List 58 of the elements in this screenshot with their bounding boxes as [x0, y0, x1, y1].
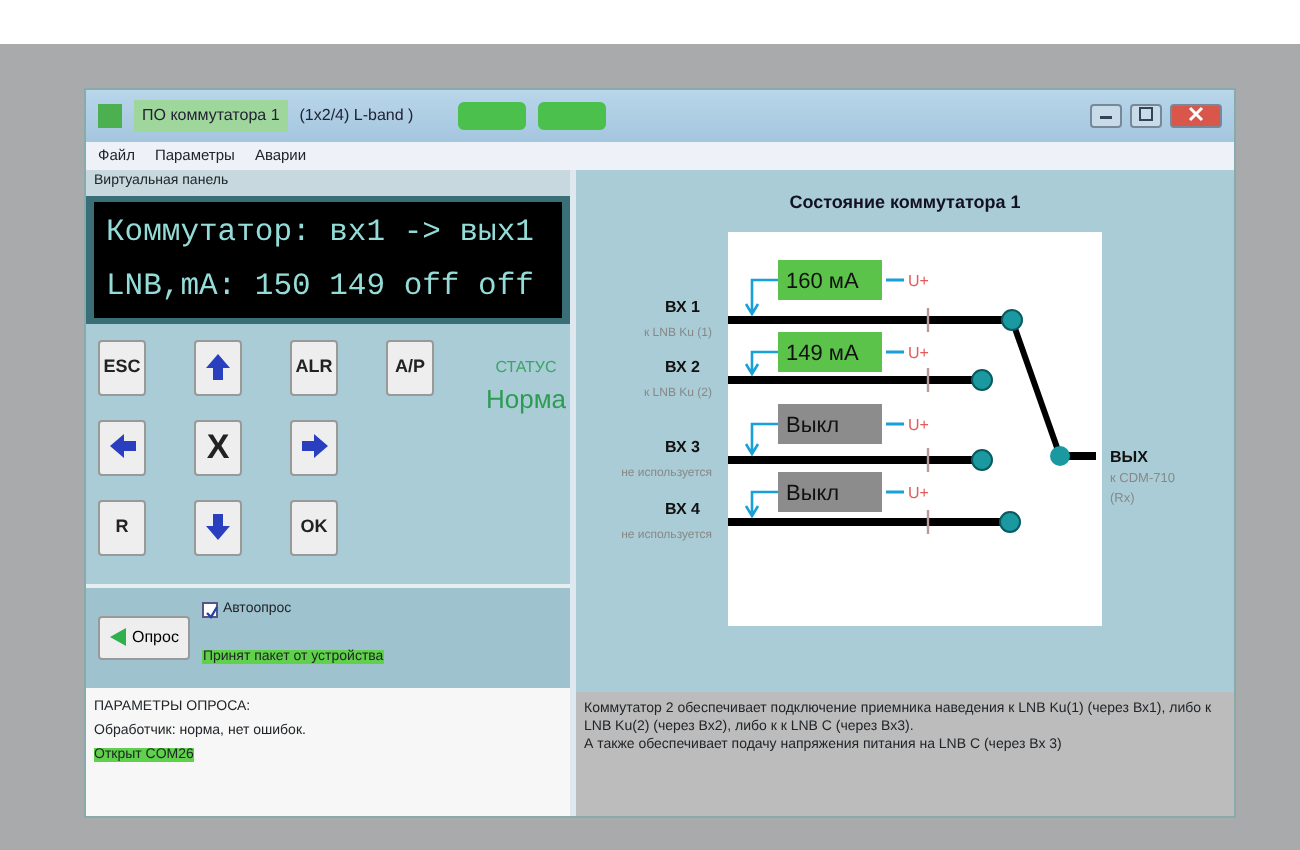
tick-mark	[926, 307, 930, 331]
diagram-title: Состояние коммутатора 1	[787, 190, 1023, 216]
status-label: СТАТУС	[493, 355, 559, 379]
close-button[interactable]	[1170, 104, 1222, 128]
output-line	[1050, 445, 1096, 465]
voltage-dash	[886, 489, 904, 493]
minimize-button[interactable]	[1090, 104, 1122, 128]
window-title: ПО коммутатора 1	[134, 100, 288, 132]
connector	[744, 277, 780, 316]
voltage-label: U+	[908, 483, 929, 501]
voltage-label: U+	[908, 343, 929, 361]
key-button[interactable]: A/P	[386, 339, 434, 395]
voltage-dash	[886, 277, 904, 281]
display-line: Коммутатор: вх1 -> вых1	[106, 211, 536, 253]
indicator	[537, 102, 606, 130]
voltage-dash	[886, 421, 904, 425]
key-button[interactable]: R	[98, 499, 146, 555]
checkbox[interactable]	[202, 601, 219, 618]
play-left-icon	[110, 628, 126, 647]
connector	[744, 349, 780, 376]
connector	[744, 489, 780, 518]
arrow-right-icon	[299, 432, 329, 462]
status-value: Норма	[486, 381, 567, 418]
reading-value: 160 мА	[786, 269, 859, 293]
maximize-button[interactable]	[1130, 104, 1162, 128]
key-button[interactable]: ESC	[98, 339, 146, 395]
maximize-icon	[1138, 106, 1154, 123]
indicator	[457, 102, 526, 130]
output-label: ВЫХ	[1110, 447, 1148, 465]
poll-button[interactable]: Опрос	[98, 615, 191, 660]
reading-value: Выкл	[786, 413, 840, 437]
arrow-down-icon	[203, 512, 233, 542]
arrow-button[interactable]	[194, 499, 242, 555]
input-label: ВХ 1	[665, 297, 700, 315]
arrow-button[interactable]	[98, 419, 146, 475]
tick-mark	[926, 447, 930, 471]
key-button[interactable]: ALR	[290, 339, 338, 395]
close-icon	[1188, 106, 1204, 123]
tick-mark	[926, 509, 930, 533]
input-label: ВХ 4	[665, 499, 700, 517]
input-label: ВХ 3	[665, 437, 700, 455]
arrow-button[interactable]	[194, 339, 242, 395]
tick-mark	[926, 367, 930, 391]
connector	[744, 421, 780, 456]
key-button[interactable]: X	[194, 419, 242, 475]
arrow-up-icon	[203, 352, 233, 382]
reading-value: Выкл	[786, 481, 840, 505]
display-line: LNB,mA: 150 149 off off	[106, 265, 536, 307]
arrow-button[interactable]	[290, 419, 338, 475]
arrow-left-icon	[107, 432, 137, 462]
voltage-label: U+	[908, 271, 929, 289]
input-label: ВХ 2	[665, 357, 700, 375]
key-button[interactable]: OK	[290, 499, 338, 555]
app-icon	[98, 104, 122, 128]
reading-value: 149 мА	[786, 341, 859, 365]
voltage-dash	[886, 349, 904, 353]
voltage-label: U+	[908, 415, 929, 433]
window-subtitle: (1x2/4) L-band )	[299, 104, 414, 128]
